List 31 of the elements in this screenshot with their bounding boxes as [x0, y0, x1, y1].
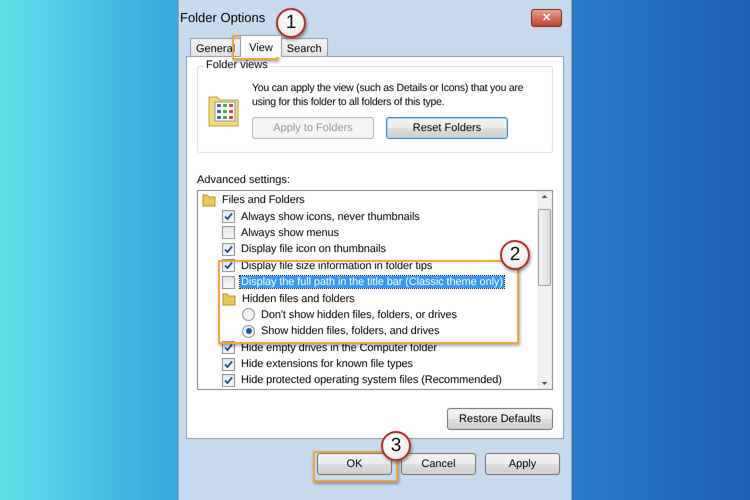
setting-label[interactable]: Hide protected operating system files (Recommended) — [240, 374, 503, 386]
folder-icon — [202, 193, 216, 208]
checkbox[interactable] — [222, 276, 235, 289]
checkbox[interactable] — [222, 374, 235, 387]
folder-icon — [222, 292, 236, 306]
setting-label[interactable]: Show hidden files, folders, and drives — [260, 325, 440, 338]
folder-button[interactable]: Reset Folders — [386, 117, 508, 139]
setting-label[interactable]: Don't show hidden files, folders, or drives — [260, 308, 458, 321]
dialog-button[interactable]: Apply — [485, 453, 560, 475]
setting-label[interactable]: Display file icon on thumbnails — [240, 243, 387, 256]
setting-label[interactable]: Always show menus — [240, 226, 340, 239]
tab[interactable]: View — [240, 35, 282, 57]
group-title: Folder views — [204, 59, 270, 71]
restore-defaults-button[interactable]: Restore Defaults — [447, 408, 553, 430]
window-title: Folder Options — [180, 10, 266, 25]
section-label: Advanced settings: — [197, 174, 291, 186]
checkbox[interactable] — [222, 358, 235, 371]
checkbox[interactable] — [222, 226, 235, 240]
checkbox[interactable] — [222, 242, 235, 256]
checkbox[interactable] — [222, 210, 235, 224]
setting-label[interactable]: Hidden files and folders — [241, 292, 356, 305]
radio-button[interactable] — [242, 324, 255, 338]
dialog-button[interactable]: OK — [317, 453, 392, 475]
description-text: You can apply the view (such as Details or Icons) that you are using for this folder to all folders of this type. — [252, 81, 524, 109]
setting-label[interactable]: Files and Folders — [221, 194, 306, 206]
tab[interactable]: Search — [280, 38, 328, 57]
radio-button[interactable] — [242, 308, 255, 322]
dialog-button[interactable]: Cancel — [401, 453, 476, 475]
setting-label[interactable]: Hide extensions for known file types — [240, 358, 414, 370]
scrollbar[interactable] — [537, 191, 552, 389]
setting-label[interactable]: Always show icons, never thumbnails — [240, 210, 421, 223]
